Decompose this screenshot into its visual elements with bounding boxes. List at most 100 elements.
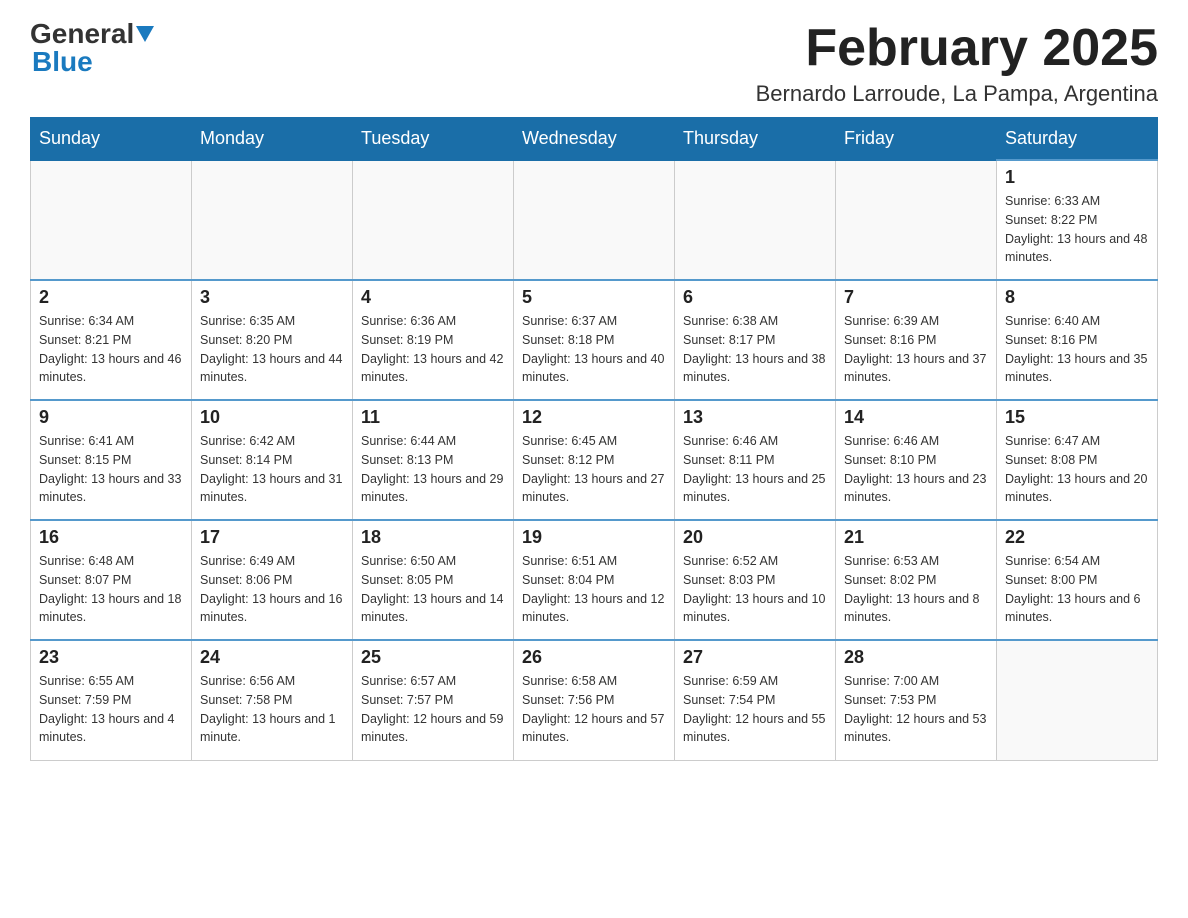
day-number: 10 — [200, 407, 344, 428]
day-number: 13 — [683, 407, 827, 428]
day-info: Sunrise: 6:33 AM Sunset: 8:22 PM Dayligh… — [1005, 192, 1149, 267]
calendar-cell: 27 Sunrise: 6:59 AM Sunset: 7:54 PM Dayli… — [675, 640, 836, 760]
calendar-cell: 26 Sunrise: 6:58 AM Sunset: 7:56 PM Dayli… — [514, 640, 675, 760]
calendar-cell: 19 Sunrise: 6:51 AM Sunset: 8:04 PM Dayli… — [514, 520, 675, 640]
day-number: 9 — [39, 407, 183, 428]
day-number: 14 — [844, 407, 988, 428]
day-info: Sunrise: 6:50 AM Sunset: 8:05 PM Dayligh… — [361, 552, 505, 627]
day-info: Sunrise: 6:40 AM Sunset: 8:16 PM Dayligh… — [1005, 312, 1149, 387]
calendar-cell — [31, 160, 192, 280]
logo: General Blue — [30, 20, 156, 76]
day-number: 12 — [522, 407, 666, 428]
logo-general-text: General — [30, 20, 134, 48]
day-number: 17 — [200, 527, 344, 548]
day-number: 25 — [361, 647, 505, 668]
day-info: Sunrise: 6:46 AM Sunset: 8:11 PM Dayligh… — [683, 432, 827, 507]
day-number: 2 — [39, 287, 183, 308]
logo-arrow-icon — [136, 26, 156, 46]
day-number: 11 — [361, 407, 505, 428]
calendar-cell: 23 Sunrise: 6:55 AM Sunset: 7:59 PM Dayli… — [31, 640, 192, 760]
day-number: 27 — [683, 647, 827, 668]
calendar-cell: 11 Sunrise: 6:44 AM Sunset: 8:13 PM Dayli… — [353, 400, 514, 520]
calendar-cell: 24Sunrise: 6:56 AM Sunset: 7:58 PM Dayli… — [192, 640, 353, 760]
day-info: Sunrise: 6:52 AM Sunset: 8:03 PM Dayligh… — [683, 552, 827, 627]
day-info: Sunrise: 6:34 AM Sunset: 8:21 PM Dayligh… — [39, 312, 183, 387]
day-number: 1 — [1005, 167, 1149, 188]
calendar-cell: 28 Sunrise: 7:00 AM Sunset: 7:53 PM Dayli… — [836, 640, 997, 760]
day-info: Sunrise: 6:45 AM Sunset: 8:12 PM Dayligh… — [522, 432, 666, 507]
weekday-header-friday: Friday — [836, 118, 997, 161]
calendar-cell — [353, 160, 514, 280]
calendar-table: SundayMondayTuesdayWednesdayThursdayFrid… — [30, 117, 1158, 761]
calendar-cell: 8 Sunrise: 6:40 AM Sunset: 8:16 PM Daylig… — [997, 280, 1158, 400]
weekday-header-monday: Monday — [192, 118, 353, 161]
calendar-cell: 25 Sunrise: 6:57 AM Sunset: 7:57 PM Dayli… — [353, 640, 514, 760]
day-info: Sunrise: 6:46 AM Sunset: 8:10 PM Dayligh… — [844, 432, 988, 507]
day-number: 28 — [844, 647, 988, 668]
calendar-week-1: 2 Sunrise: 6:34 AM Sunset: 8:21 PM Daylig… — [31, 280, 1158, 400]
day-info: Sunrise: 6:39 AM Sunset: 8:16 PM Dayligh… — [844, 312, 988, 387]
weekday-header-tuesday: Tuesday — [353, 118, 514, 161]
day-info: Sunrise: 6:58 AM Sunset: 7:56 PM Dayligh… — [522, 672, 666, 747]
title-section: February 2025 Bernardo Larroude, La Pamp… — [756, 20, 1158, 107]
calendar-cell: 16 Sunrise: 6:48 AM Sunset: 8:07 PM Dayli… — [31, 520, 192, 640]
calendar-cell: 20 Sunrise: 6:52 AM Sunset: 8:03 PM Dayli… — [675, 520, 836, 640]
day-info: Sunrise: 6:49 AM Sunset: 8:06 PM Dayligh… — [200, 552, 344, 627]
weekday-header-wednesday: Wednesday — [514, 118, 675, 161]
calendar-cell: 22 Sunrise: 6:54 AM Sunset: 8:00 PM Dayli… — [997, 520, 1158, 640]
day-info: Sunrise: 6:59 AM Sunset: 7:54 PM Dayligh… — [683, 672, 827, 747]
day-number: 7 — [844, 287, 988, 308]
weekday-header-thursday: Thursday — [675, 118, 836, 161]
day-info: Sunrise: 6:41 AM Sunset: 8:15 PM Dayligh… — [39, 432, 183, 507]
day-info: Sunrise: 6:47 AM Sunset: 8:08 PM Dayligh… — [1005, 432, 1149, 507]
calendar-week-0: 1 Sunrise: 6:33 AM Sunset: 8:22 PM Daylig… — [31, 160, 1158, 280]
day-number: 21 — [844, 527, 988, 548]
calendar-cell: 4 Sunrise: 6:36 AM Sunset: 8:19 PM Daylig… — [353, 280, 514, 400]
day-info: Sunrise: 6:51 AM Sunset: 8:04 PM Dayligh… — [522, 552, 666, 627]
calendar-week-4: 23 Sunrise: 6:55 AM Sunset: 7:59 PM Dayli… — [31, 640, 1158, 760]
day-number: 8 — [1005, 287, 1149, 308]
weekday-header-saturday: Saturday — [997, 118, 1158, 161]
calendar-cell — [997, 640, 1158, 760]
day-info: Sunrise: 6:48 AM Sunset: 8:07 PM Dayligh… — [39, 552, 183, 627]
day-info: Sunrise: 6:55 AM Sunset: 7:59 PM Dayligh… — [39, 672, 183, 747]
calendar-cell: 10 Sunrise: 6:42 AM Sunset: 8:14 PM Dayli… — [192, 400, 353, 520]
calendar-cell: 9 Sunrise: 6:41 AM Sunset: 8:15 PM Daylig… — [31, 400, 192, 520]
calendar-cell — [836, 160, 997, 280]
day-number: 18 — [361, 527, 505, 548]
calendar-cell: 17 Sunrise: 6:49 AM Sunset: 8:06 PM Dayli… — [192, 520, 353, 640]
day-info: Sunrise: 7:00 AM Sunset: 7:53 PM Dayligh… — [844, 672, 988, 747]
calendar-cell: 6Sunrise: 6:38 AM Sunset: 8:17 PM Daylig… — [675, 280, 836, 400]
calendar-week-2: 9 Sunrise: 6:41 AM Sunset: 8:15 PM Daylig… — [31, 400, 1158, 520]
calendar-cell — [514, 160, 675, 280]
day-number: 22 — [1005, 527, 1149, 548]
calendar-cell: 12 Sunrise: 6:45 AM Sunset: 8:12 PM Dayli… — [514, 400, 675, 520]
day-info: Sunrise: 6:54 AM Sunset: 8:00 PM Dayligh… — [1005, 552, 1149, 627]
page-header: General Blue February 2025 Bernardo Larr… — [30, 20, 1158, 107]
day-info: Sunrise: 6:42 AM Sunset: 8:14 PM Dayligh… — [200, 432, 344, 507]
day-number: 4 — [361, 287, 505, 308]
logo-blue-text: Blue — [32, 48, 156, 76]
calendar-cell — [192, 160, 353, 280]
calendar-cell: 13 Sunrise: 6:46 AM Sunset: 8:11 PM Dayli… — [675, 400, 836, 520]
calendar-cell: 14 Sunrise: 6:46 AM Sunset: 8:10 PM Dayli… — [836, 400, 997, 520]
day-number: 20 — [683, 527, 827, 548]
calendar-cell: 21 Sunrise: 6:53 AM Sunset: 8:02 PM Dayli… — [836, 520, 997, 640]
day-info: Sunrise: 6:36 AM Sunset: 8:19 PM Dayligh… — [361, 312, 505, 387]
location-subtitle: Bernardo Larroude, La Pampa, Argentina — [756, 81, 1158, 107]
day-info: Sunrise: 6:35 AM Sunset: 8:20 PM Dayligh… — [200, 312, 344, 387]
day-number: 15 — [1005, 407, 1149, 428]
day-number: 3 — [200, 287, 344, 308]
day-number: 23 — [39, 647, 183, 668]
day-info: Sunrise: 6:57 AM Sunset: 7:57 PM Dayligh… — [361, 672, 505, 747]
day-info: Sunrise: 6:44 AM Sunset: 8:13 PM Dayligh… — [361, 432, 505, 507]
weekday-header-sunday: Sunday — [31, 118, 192, 161]
day-info: Sunrise: 6:53 AM Sunset: 8:02 PM Dayligh… — [844, 552, 988, 627]
calendar-cell: 5Sunrise: 6:37 AM Sunset: 8:18 PM Daylig… — [514, 280, 675, 400]
calendar-cell: 7 Sunrise: 6:39 AM Sunset: 8:16 PM Daylig… — [836, 280, 997, 400]
weekday-header-row: SundayMondayTuesdayWednesdayThursdayFrid… — [31, 118, 1158, 161]
calendar-cell: 15 Sunrise: 6:47 AM Sunset: 8:08 PM Dayli… — [997, 400, 1158, 520]
day-number: 26 — [522, 647, 666, 668]
day-number: 19 — [522, 527, 666, 548]
day-number: 16 — [39, 527, 183, 548]
